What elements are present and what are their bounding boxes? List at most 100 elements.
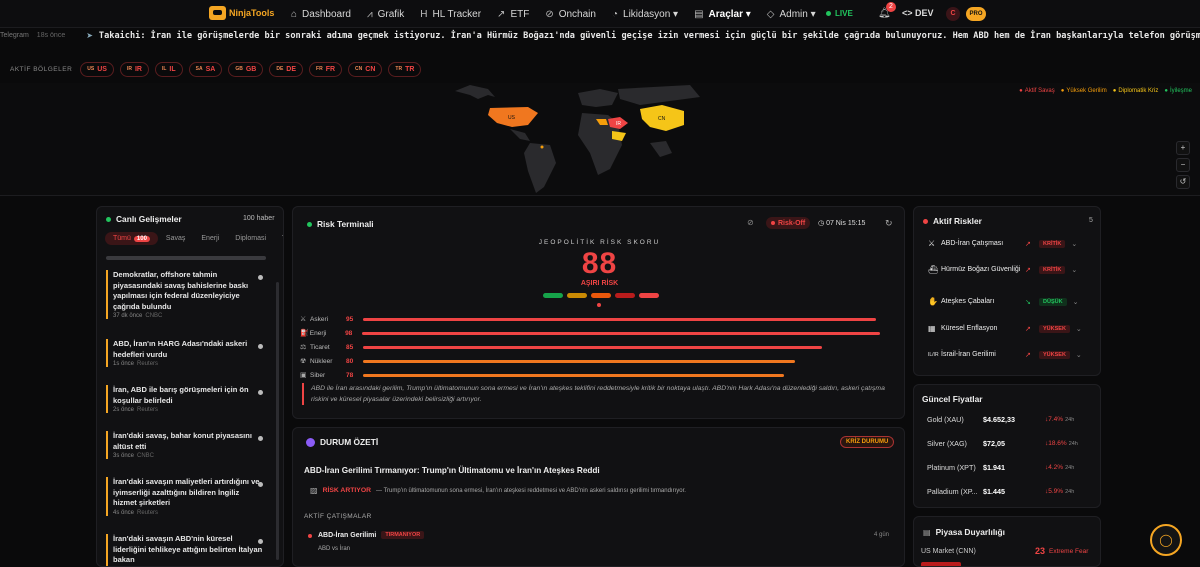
refresh-icon[interactable]: ↻ [885,218,893,229]
live-news-panel: Canlı Gelişmeler 100 haber Tümü 100 Savaş… [96,206,284,567]
chevron-down-icon[interactable]: ⌄ [1073,298,1079,306]
map-legend: Aktif Savaş Yüksek Gerilim Diplomatik Kr… [1019,88,1192,94]
news-item-time: 37 dk önce [113,313,143,319]
nav-label: Dashboard [302,8,351,20]
avatar[interactable]: C [946,7,960,21]
tab-war[interactable]: Savaş [158,232,193,245]
zoom-in-button[interactable]: + [1176,141,1190,155]
region-name: CN [365,65,376,73]
legend-recovery: İyileşme [1164,88,1192,94]
nav-onchain[interactable]: ⊘ Onchain [545,9,596,20]
segment-elevated [591,293,611,298]
region-chip-ir[interactable]: IR IR [119,61,149,77]
nav-hl-tracker[interactable]: H HL Tracker [420,9,481,20]
world-map[interactable]: US IR CN Aktif Savaş Yüksek Gerilim Dipl… [0,83,1200,196]
prices-panel: Güncel Fiyatlar Gold (XAU) $4.652,33 ↓7.4%… [913,384,1101,508]
segment-low [543,293,563,298]
tab-all[interactable]: Tümü 100 [105,232,158,245]
nav-admin[interactable]: ◇ Admin ▾ [767,9,816,20]
price-change: ↓18.6% [1045,440,1067,447]
risk-level-segments [543,293,659,298]
nav-dashboard[interactable]: ⌂ Dashboard [291,9,351,20]
news-item-source: CNBC [145,313,163,319]
brand-logo[interactable]: NinjaTools [209,6,274,20]
risk-row: ☢ Nükleer 80 [300,355,880,367]
news-item-title: İran'daki savaşın maliyetleri artırdığın… [113,477,260,507]
region-chip-tr[interactable]: TR TR [388,61,422,77]
chevron-down-icon[interactable]: ⌄ [1076,351,1082,359]
risk-item-badge: KRİTİK [1039,265,1066,274]
price-period: 24h [1065,488,1075,495]
risk-row-name: Siber [310,371,326,379]
nav-etf[interactable]: ↗ ETF [497,9,529,20]
risk-item-badge: DÜŞÜK [1039,297,1067,306]
risk-row: ⚔ Askeri 95 [300,313,880,325]
nav-grafik[interactable]: ⩘ Grafik [367,9,404,20]
region-name: SA [205,65,216,73]
price-name: Platinum (XPT) [927,463,976,472]
nav-araclar[interactable]: ▤ Araçlar ▾ [694,9,751,20]
risk-item[interactable]: ✋ Ateşkes Çabaları ↘ DÜŞÜK ⌄ [928,297,1092,306]
nav-likidasyon[interactable]: ◔ Likidasyon ▾ [612,9,678,20]
nav-label: HL Tracker [432,8,482,20]
nav-label: Araçlar ▾ [708,8,751,20]
price-row[interactable]: Palladium (XP... $1.445 ↓5.9% 24h [927,487,1097,496]
news-ticker: Telegram 18s önce ➤ Takaichi: İran ile g… [0,28,1200,43]
reset-map-button[interactable]: ↺ [1176,175,1190,189]
risk-item-name: Hürmüz Boğazı Güvenliği [941,266,1021,273]
europe-shape [578,89,618,107]
zoom-out-button[interactable]: − [1176,158,1190,172]
tab-energy[interactable]: Enerji [193,232,227,245]
map-label-cn: CN [658,116,666,122]
chevron-down-icon[interactable]: ⌄ [1071,266,1077,274]
risk-header: Risk Terminali [307,219,374,229]
region-chip-il[interactable]: IL IL [154,61,183,77]
world-map-svg: US IR CN [455,85,700,193]
price-row[interactable]: Platinum (XPT) $1.941 ↓4.2% 24h [927,463,1097,472]
ticker-message[interactable]: Takaichi: İran ile görüşmelerde bir sonr… [99,31,1200,41]
region-name: IL [169,65,176,73]
pro-badge[interactable]: PRO [966,7,986,21]
news-item[interactable]: ABD, İran'ın HARG Adası'ndaki askeri hed… [106,339,263,367]
news-item[interactable]: Demokratlar, offshore tahmin piyasasında… [106,270,263,319]
tabs-scrollbar[interactable] [106,256,266,260]
region-chip-de[interactable]: DE DE [269,61,304,77]
bell-icon[interactable]: 🔔︎ 2 [878,2,896,19]
region-chip-gb[interactable]: GB GB [228,61,264,77]
news-item[interactable]: İran'daki savaşın ABD'nin küresel liderl… [106,534,263,566]
region-code: CN [355,66,363,72]
seasia-shape [650,141,672,157]
risk-item[interactable]: ⚔ ABD-İran Çatışması ↗ KRİTİK ⌄ [928,239,1092,248]
region-code: GB [235,66,243,72]
top-navbar: NinjaTools ⌂ Dashboard ⩘ Grafik H HL Tracke… [0,0,1200,28]
region-chip-cn[interactable]: CN CN [348,61,383,77]
tab-more[interactable]: T [274,232,283,245]
region-chip-us[interactable]: US US [80,61,114,77]
legend-high-tension: Yüksek Gerilim [1061,88,1106,94]
segment-extreme [639,293,659,298]
sentiment-header: ▤ Piyasa Duyarlılığı [923,527,1005,537]
news-item[interactable]: İran'daki savaş, bahar konut piyasasını … [106,431,263,459]
risk-item[interactable]: ⛴ Hürmüz Boğazı Güvenliği ↗ KRİTİK ⌄ [928,265,1092,274]
price-row[interactable]: Gold (XAU) $4.652,33 ↓7.4% 24h [927,415,1097,424]
news-item-meta: 4s önce Reuters [113,510,263,516]
chat-button[interactable]: ◯ [1150,524,1182,556]
news-item[interactable]: İran, ABD ile barış görüşmeleri için ön … [106,385,263,413]
news-item[interactable]: İran'daki savaşın maliyetleri artırdığın… [106,477,263,516]
mute-icon[interactable]: ⊘ [747,218,754,227]
conflict-item[interactable]: ABD-İran Gerilimi TIRMANIYOR [318,531,425,539]
price-name: Palladium (XP... [927,487,978,496]
tab-diplomacy[interactable]: Diplomasi [227,232,274,245]
news-scrollbar[interactable] [276,282,279,560]
legend-active-war: Aktif Savaş [1019,88,1055,94]
region-chip-sa[interactable]: SA SA [188,61,223,77]
dev-button[interactable]: <> DEV [902,8,934,18]
risk-item[interactable]: ▦ Küresel Enflasyon ↗ YÜKSEK ⌄ [928,324,1092,333]
risk-item[interactable]: IL/IR İsrail-İran Gerilimi ↗ YÜKSEK ⌄ [928,350,1092,359]
price-value: $1.941 [983,463,1005,472]
chevron-down-icon[interactable]: ⌄ [1076,325,1082,333]
chevron-down-icon[interactable]: ⌄ [1071,240,1077,248]
region-chip-fr[interactable]: FR FR [309,61,343,77]
risk-item-name: Küresel Enflasyon [941,325,998,332]
price-row[interactable]: Silver (XAG) $72,05 ↓18.6% 24h [927,439,1097,448]
